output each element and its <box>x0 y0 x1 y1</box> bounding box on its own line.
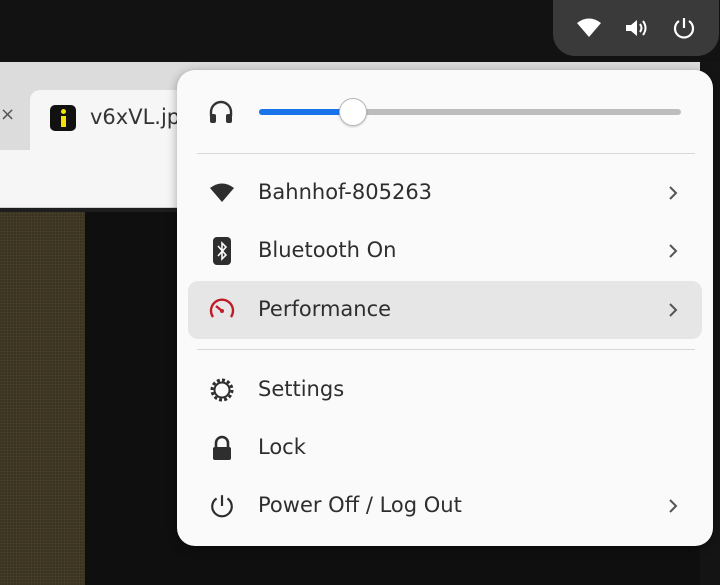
power-icon <box>672 16 696 40</box>
menu-item-label: Lock <box>258 435 306 459</box>
menu-item-performance[interactable]: Performance <box>188 281 702 339</box>
gear-icon <box>208 376 236 404</box>
volume-slider-handle[interactable] <box>338 98 367 126</box>
menu-item-bluetooth[interactable]: Bluetooth On <box>188 222 702 280</box>
chevron-right-icon <box>669 244 678 258</box>
quick-settings-menu: Bahnhof-805263 Bluetooth On Performance <box>177 70 713 546</box>
chevron-right-icon <box>669 303 678 317</box>
lock-icon <box>208 434 236 462</box>
top-bar <box>0 0 720 62</box>
menu-item-power[interactable]: Power Off / Log Out <box>188 477 702 535</box>
image-content <box>0 212 85 585</box>
image-viewer-icon <box>50 105 76 131</box>
menu-item-lock[interactable]: Lock <box>188 419 702 477</box>
menu-item-label: Bahnhof-805263 <box>258 180 433 204</box>
performance-gauge-icon <box>208 296 236 324</box>
headphones-icon <box>207 98 235 126</box>
volume-slider-fill <box>259 109 352 115</box>
divider <box>197 349 695 350</box>
chevron-right-icon <box>669 186 678 200</box>
menu-item-wifi[interactable]: Bahnhof-805263 <box>188 164 702 222</box>
volume-slider[interactable] <box>259 98 681 126</box>
menu-item-settings[interactable]: Settings <box>188 361 702 419</box>
wifi-icon <box>208 179 236 207</box>
divider <box>197 153 695 154</box>
speaker-icon <box>624 17 650 39</box>
menu-item-label: Bluetooth On <box>258 238 397 262</box>
chevron-right-icon <box>669 499 678 513</box>
menu-item-label: Settings <box>258 377 345 401</box>
menu-item-label: Power Off / Log Out <box>258 493 462 517</box>
menu-item-label: Performance <box>258 297 392 321</box>
power-icon <box>208 492 236 520</box>
tab-close-icon[interactable]: × <box>0 106 15 124</box>
bluetooth-icon <box>208 237 236 265</box>
tab-title: v6xVL.jp <box>90 105 181 129</box>
system-status-area[interactable] <box>553 0 719 56</box>
wifi-icon <box>576 17 602 39</box>
